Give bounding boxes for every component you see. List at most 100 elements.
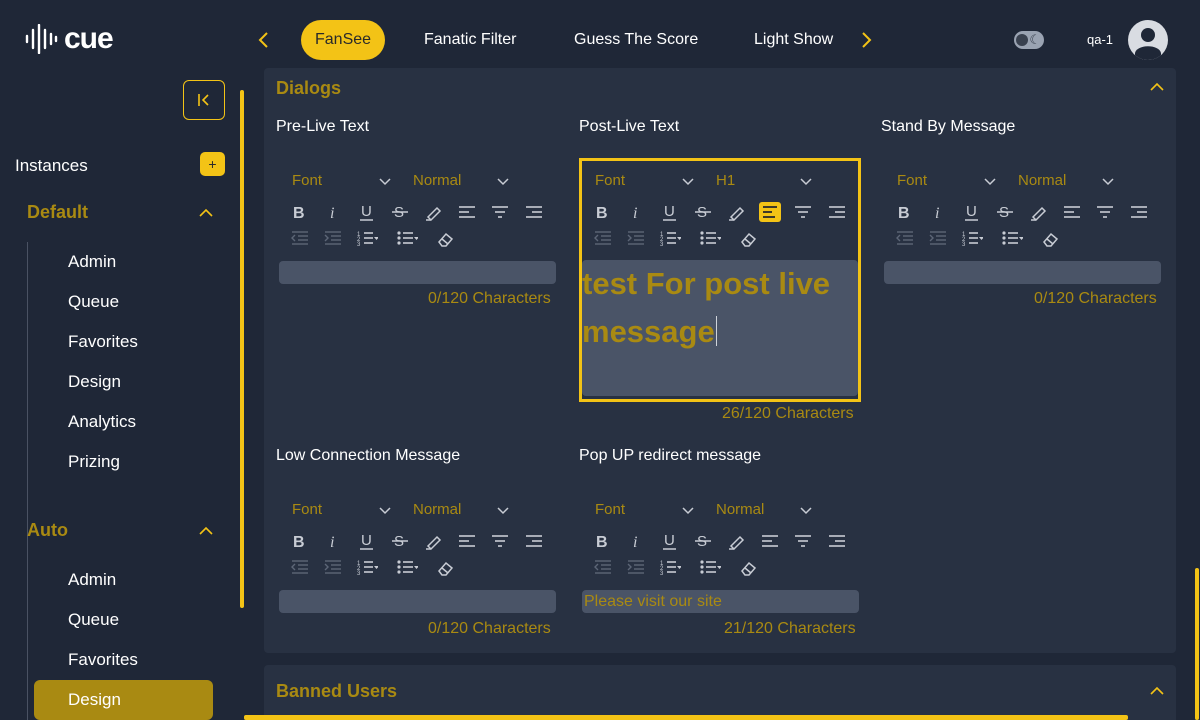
highlight-button[interactable] — [423, 202, 445, 222]
bullet-list-button[interactable] — [396, 228, 419, 248]
outdent-button[interactable] — [289, 557, 311, 577]
clear-format-button[interactable] — [738, 228, 760, 248]
italic-button[interactable]: i — [322, 202, 344, 222]
tab-light-show[interactable]: Light Show — [754, 20, 833, 60]
clear-format-button[interactable] — [738, 557, 760, 577]
highlight-button[interactable] — [423, 531, 445, 551]
chevron-down-icon[interactable] — [378, 503, 392, 517]
indent-button[interactable] — [927, 228, 949, 248]
strikethrough-button[interactable]: S — [389, 531, 411, 551]
outdent-button[interactable] — [592, 557, 614, 577]
sidebar-item-admin[interactable]: Admin — [68, 570, 116, 590]
align-center-button[interactable] — [792, 531, 814, 551]
ordered-list-button[interactable]: 123 — [659, 557, 682, 577]
tab-fansee[interactable]: FanSee — [301, 20, 386, 60]
indent-button[interactable] — [625, 228, 647, 248]
underline-button[interactable]: U — [659, 202, 681, 222]
bullet-list-button[interactable] — [699, 557, 722, 577]
sidebar-item-favorites[interactable]: Favorites — [68, 650, 138, 670]
outdent-button[interactable] — [592, 228, 614, 248]
indent-button[interactable] — [322, 557, 344, 577]
align-left-button[interactable] — [456, 202, 478, 222]
underline-button[interactable]: U — [356, 202, 378, 222]
bold-button[interactable]: B — [592, 531, 614, 551]
text-input[interactable]: Please visit our site — [582, 590, 859, 613]
tabs-prev-button[interactable] — [252, 28, 276, 52]
indent-button[interactable] — [322, 228, 344, 248]
sidebar-item-design-active[interactable] — [34, 680, 213, 720]
sidebar-item-design[interactable]: Design — [68, 690, 121, 710]
tabs-next-button[interactable] — [854, 28, 878, 52]
align-right-button[interactable] — [826, 531, 848, 551]
chevron-up-icon[interactable] — [1148, 682, 1166, 705]
align-center-button[interactable] — [792, 202, 814, 222]
group-default-title[interactable]: Default — [27, 202, 88, 223]
strikethrough-button[interactable]: S — [692, 531, 714, 551]
size-select[interactable]: Normal — [413, 501, 461, 518]
sidebar-item-admin[interactable]: Admin — [68, 252, 116, 272]
strikethrough-button[interactable]: S — [994, 202, 1016, 222]
chevron-down-icon[interactable] — [681, 503, 695, 517]
chevron-down-icon[interactable] — [799, 503, 813, 517]
add-instance-button[interactable]: + — [200, 152, 225, 176]
size-select[interactable]: Normal — [413, 172, 461, 189]
sidebar-scrollbar[interactable] — [240, 90, 244, 608]
group-auto-title[interactable]: Auto — [27, 520, 68, 541]
font-select[interactable]: Font — [292, 501, 322, 518]
align-left-button[interactable] — [759, 202, 781, 222]
strikethrough-button[interactable]: S — [389, 202, 411, 222]
text-input[interactable] — [279, 261, 556, 284]
italic-button[interactable]: i — [927, 202, 949, 222]
sidebar-item-design[interactable]: Design — [68, 372, 121, 392]
chevron-down-icon[interactable] — [496, 174, 510, 188]
size-select[interactable]: Normal — [1018, 172, 1066, 189]
sidebar-item-queue[interactable]: Queue — [68, 292, 119, 312]
align-left-button[interactable] — [456, 531, 478, 551]
ordered-list-button[interactable]: 123 — [356, 228, 379, 248]
indent-button[interactable] — [625, 557, 647, 577]
logo[interactable]: cue — [24, 24, 114, 54]
chevron-down-icon[interactable] — [799, 174, 813, 188]
ordered-list-button[interactable]: 123 — [659, 228, 682, 248]
highlight-button[interactable] — [726, 531, 748, 551]
align-right-button[interactable] — [523, 202, 545, 222]
ordered-list-button[interactable]: 123 — [356, 557, 379, 577]
italic-button[interactable]: i — [625, 531, 647, 551]
post-live-text-input[interactable]: test For post live message — [582, 260, 858, 396]
bold-button[interactable]: B — [894, 202, 916, 222]
horizontal-scrollbar[interactable] — [244, 715, 1128, 720]
font-select[interactable]: Font — [292, 172, 322, 189]
bullet-list-button[interactable] — [396, 557, 419, 577]
outdent-button[interactable] — [289, 228, 311, 248]
chevron-down-icon[interactable] — [983, 174, 997, 188]
clear-format-button[interactable] — [435, 228, 457, 248]
bullet-list-button[interactable] — [699, 228, 722, 248]
font-select[interactable]: Font — [595, 172, 625, 189]
bold-button[interactable]: B — [289, 202, 311, 222]
text-input[interactable] — [279, 590, 556, 613]
strikethrough-button[interactable]: S — [692, 202, 714, 222]
sidebar-item-favorites[interactable]: Favorites — [68, 332, 138, 352]
italic-button[interactable]: i — [625, 202, 647, 222]
highlight-button[interactable] — [1028, 202, 1050, 222]
align-right-button[interactable] — [826, 202, 848, 222]
underline-button[interactable]: U — [356, 531, 378, 551]
highlight-button[interactable] — [726, 202, 748, 222]
align-right-button[interactable] — [523, 531, 545, 551]
bold-button[interactable]: B — [592, 202, 614, 222]
avatar[interactable] — [1128, 20, 1168, 60]
align-center-button[interactable] — [1094, 202, 1116, 222]
tab-fanatic-filter[interactable]: Fanatic Filter — [424, 20, 516, 60]
sidebar-item-queue[interactable]: Queue — [68, 610, 119, 630]
size-select[interactable]: H1 — [716, 172, 735, 189]
italic-button[interactable]: i — [322, 531, 344, 551]
font-select[interactable]: Font — [595, 501, 625, 518]
align-left-button[interactable] — [759, 531, 781, 551]
align-center-button[interactable] — [489, 202, 511, 222]
theme-toggle[interactable]: ☾ — [1014, 31, 1044, 49]
chevron-down-icon[interactable] — [681, 174, 695, 188]
clear-format-button[interactable] — [1040, 228, 1062, 248]
chevron-down-icon[interactable] — [496, 503, 510, 517]
sidebar-item-analytics[interactable]: Analytics — [68, 412, 136, 432]
chevron-up-icon[interactable] — [197, 204, 215, 222]
